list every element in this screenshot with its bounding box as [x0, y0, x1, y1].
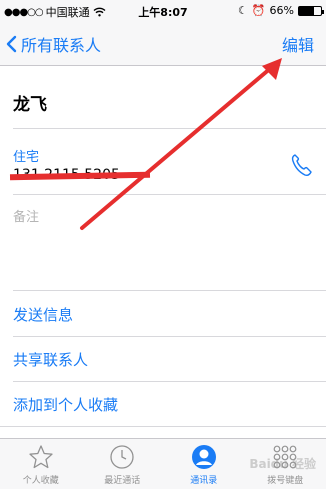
battery-fill: [299, 6, 314, 15]
chevron-left-icon: [6, 35, 17, 53]
back-label: 所有联系人: [21, 36, 102, 55]
battery-percent: 66%: [269, 4, 294, 17]
alarm-icon: ⏰: [251, 4, 266, 17]
watermark: Baidu 经验: [249, 457, 316, 471]
tab-recents[interactable]: 最近通话: [82, 439, 164, 489]
divider: [13, 336, 326, 337]
annotation-arrow: [80, 58, 282, 230]
tab-contacts[interactable]: 通讯录: [163, 439, 245, 489]
send-message-button[interactable]: 发送信息: [13, 304, 73, 325]
redaction-mark: [9, 171, 151, 181]
status-right: ☾ ⏰ 66%: [237, 4, 324, 17]
star-icon: [29, 445, 53, 469]
back-button[interactable]: 所有联系人: [6, 32, 101, 56]
share-contact-button[interactable]: 共享联系人: [13, 349, 88, 370]
phone-icon[interactable]: [290, 153, 312, 177]
phone-label: 住宅: [13, 150, 40, 165]
nav-bar: 所有联系人 编辑: [0, 22, 326, 66]
status-bar: ●●●○○ 中国联通 上午8:07 ☾ ⏰ 66%: [0, 0, 326, 22]
tab-label: 个人收藏: [22, 476, 59, 486]
divider: [0, 426, 326, 427]
moon-icon: ☾: [237, 4, 248, 17]
tab-label: 拨号键盘: [267, 476, 304, 486]
add-favorite-button[interactable]: 添加到个人收藏: [13, 394, 118, 415]
divider: [13, 128, 326, 129]
divider: [13, 290, 326, 291]
edit-button[interactable]: 编辑: [282, 32, 314, 56]
tab-favorites[interactable]: 个人收藏: [0, 439, 82, 489]
divider: [13, 381, 326, 382]
battery-icon: [298, 5, 324, 16]
contact-name: 龙飞: [13, 95, 47, 115]
note-label[interactable]: 备注: [13, 206, 39, 225]
tab-label: 通讯录: [190, 476, 218, 486]
clock-icon: [110, 445, 134, 469]
contacts-icon: [191, 445, 216, 469]
divider: [13, 194, 326, 195]
tab-label: 最近通话: [104, 476, 141, 486]
